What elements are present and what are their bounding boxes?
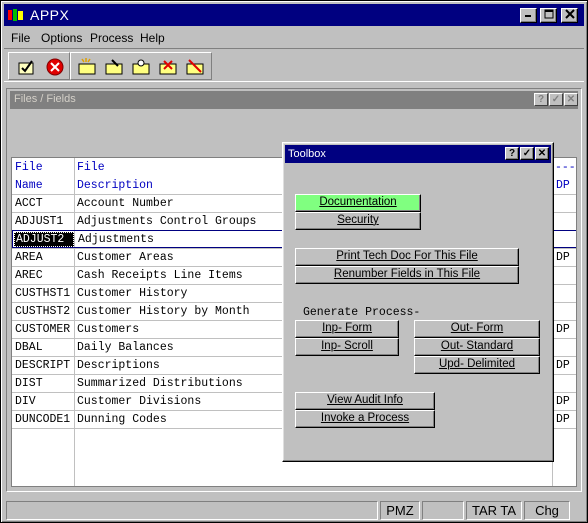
file-name: ACCT <box>15 197 43 210</box>
file-name: AREC <box>15 269 43 282</box>
check-icon: ✓ <box>522 148 532 159</box>
generate-process-label: Generate Process- <box>303 306 421 319</box>
file-description: Descriptions <box>77 359 160 372</box>
app-window: APPX File Options Process Help Files / F… <box>0 0 588 523</box>
close-icon: ✕ <box>537 148 547 159</box>
cancel-icon[interactable] <box>45 58 65 76</box>
menu-file[interactable]: File <box>11 31 30 45</box>
edit-record-icon[interactable] <box>104 58 124 76</box>
minimize-icon <box>525 15 531 17</box>
menu-options[interactable]: Options <box>41 31 82 45</box>
security-button[interactable]: Security <box>295 212 421 230</box>
header-file-2: File <box>77 161 105 174</box>
status-empty-panel <box>422 501 464 520</box>
view-audit-info-button[interactable]: View Audit Info <box>295 392 435 410</box>
close-icon: ✕ <box>566 94 576 105</box>
toolbox-title: Toolbox <box>288 148 326 160</box>
ok-check-icon[interactable] <box>17 58 37 76</box>
close-button[interactable] <box>561 8 578 23</box>
file-description: Adjustments <box>78 233 154 246</box>
toolbar <box>4 48 584 82</box>
dp-flag: DP <box>556 323 570 336</box>
toolbox-close-button[interactable]: ✕ <box>535 147 549 160</box>
dp-flag: DP <box>556 413 570 426</box>
file-description: Cash Receipts Line Items <box>77 269 243 282</box>
close-icon <box>564 9 575 19</box>
upd-delimited-button[interactable]: Upd- Delimited <box>414 356 540 374</box>
file-name: DUNCODE1 <box>15 413 71 426</box>
dp-flag: DP <box>556 359 570 372</box>
file-description: Customer History by Month <box>77 305 250 318</box>
sub-ok-button[interactable]: ✓ <box>549 93 563 106</box>
title-bar[interactable]: APPX <box>4 4 584 26</box>
status-tar: TAR TA <box>466 501 522 520</box>
files-fields-title: Files / Fields <box>14 93 76 105</box>
maximize-button[interactable] <box>540 8 557 23</box>
header-dashes: --- <box>555 161 576 174</box>
out-form-button[interactable]: Out- Form <box>414 320 540 338</box>
menu-process[interactable]: Process <box>90 31 133 45</box>
find-record-icon[interactable] <box>131 58 151 76</box>
renumber-fields-button[interactable]: Renumber Fields in This File <box>295 266 519 284</box>
new-record-icon[interactable] <box>77 58 97 76</box>
file-name: DIV <box>15 395 36 408</box>
help-icon: ? <box>537 94 545 105</box>
file-name: ADJUST2 <box>14 232 74 247</box>
invoke-process-button[interactable]: Invoke a Process <box>295 410 435 428</box>
header-dp: DP <box>556 179 570 192</box>
toolbox-dialog: Toolbox ? ✓ ✕ Documentation Security Pri… <box>282 142 554 462</box>
check-icon: ✓ <box>551 94 561 105</box>
menu-help[interactable]: Help <box>140 31 165 45</box>
window-title: APPX <box>30 7 70 23</box>
file-name: CUSTOMER <box>15 323 71 336</box>
header-name: Name <box>15 179 43 192</box>
dp-flag: DP <box>556 251 570 264</box>
maximize-icon <box>544 9 553 19</box>
status-bar: PMZ TAR TA Chg <box>4 499 584 521</box>
delete-record-icon[interactable] <box>158 58 178 76</box>
print-tech-doc-button[interactable]: Print Tech Doc For This File <box>295 248 519 266</box>
file-description: Summarized Distributions <box>77 377 243 390</box>
file-name: CUSTHST2 <box>15 305 71 318</box>
status-message-panel <box>6 501 378 520</box>
file-description: Customers <box>77 323 140 336</box>
toolbox-help-button[interactable]: ? <box>505 147 519 160</box>
file-name: DBAL <box>15 341 43 354</box>
file-name: ADJUST1 <box>15 215 64 228</box>
file-description: Account Number <box>77 197 174 210</box>
sub-close-button[interactable]: ✕ <box>564 93 578 106</box>
toolbar-group-records <box>70 52 212 80</box>
inp-form-button[interactable]: Inp- Form <box>295 320 399 338</box>
toolbox-ok-button[interactable]: ✓ <box>520 147 534 160</box>
inp-scroll-button[interactable]: Inp- Scroll <box>295 338 399 356</box>
file-description: Customer History <box>77 287 188 300</box>
appx-logo-icon <box>7 8 25 22</box>
toolbar-group-actions <box>8 52 70 80</box>
toolbox-titlebar[interactable]: Toolbox ? ✓ ✕ <box>285 145 551 163</box>
sub-help-button[interactable]: ? <box>534 93 548 106</box>
file-description: Customer Areas <box>77 251 174 264</box>
file-name: DESCRIPT <box>15 359 71 372</box>
header-file-1: File <box>15 161 43 174</box>
header-description: Description <box>77 179 153 192</box>
menu-bar: File Options Process Help <box>4 28 584 48</box>
status-pmz: PMZ <box>380 501 420 520</box>
file-description: Adjustments Control Groups <box>77 215 257 228</box>
file-name: CUSTHST1 <box>15 287 71 300</box>
help-icon: ? <box>508 148 516 159</box>
documentation-button[interactable]: Documentation <box>295 194 421 212</box>
dp-flag: DP <box>556 395 570 408</box>
file-description: Customer Divisions <box>77 395 202 408</box>
file-name: DIST <box>15 377 43 390</box>
file-description: Daily Balances <box>77 341 174 354</box>
status-chg: Chg <box>524 501 570 520</box>
minimize-button[interactable] <box>520 8 537 23</box>
files-fields-titlebar[interactable]: Files / Fields ? ✓ ✕ <box>10 91 578 109</box>
file-description: Dunning Codes <box>77 413 167 426</box>
out-standard-button[interactable]: Out- Standard <box>414 338 540 356</box>
cancel-record-icon[interactable] <box>185 58 205 76</box>
file-name: AREA <box>15 251 43 264</box>
